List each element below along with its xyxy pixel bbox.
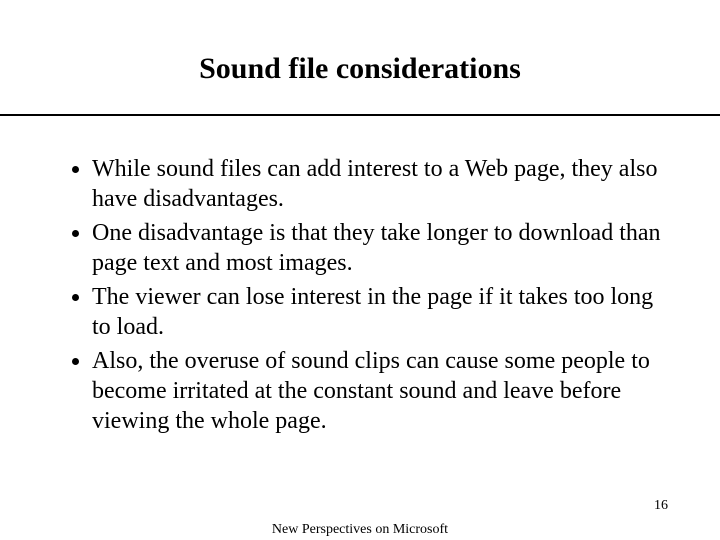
list-item: The viewer can lose interest in the page… [92,282,668,342]
slide: Sound file considerations While sound fi… [0,0,720,540]
page-number: 16 [654,498,668,514]
list-item: Also, the overuse of sound clips can cau… [92,346,668,436]
list-item: One disadvantage is that they take longe… [92,218,668,278]
footer-text: New Perspectives on Microsoft Front. Pag… [0,522,720,540]
list-item: While sound files can add interest to a … [92,154,668,214]
slide-body: While sound files can add interest to a … [0,116,720,436]
footer-line1: New Perspectives on Microsoft [0,522,720,539]
bullet-list: While sound files can add interest to a … [52,154,668,436]
slide-title: Sound file considerations [0,0,720,114]
